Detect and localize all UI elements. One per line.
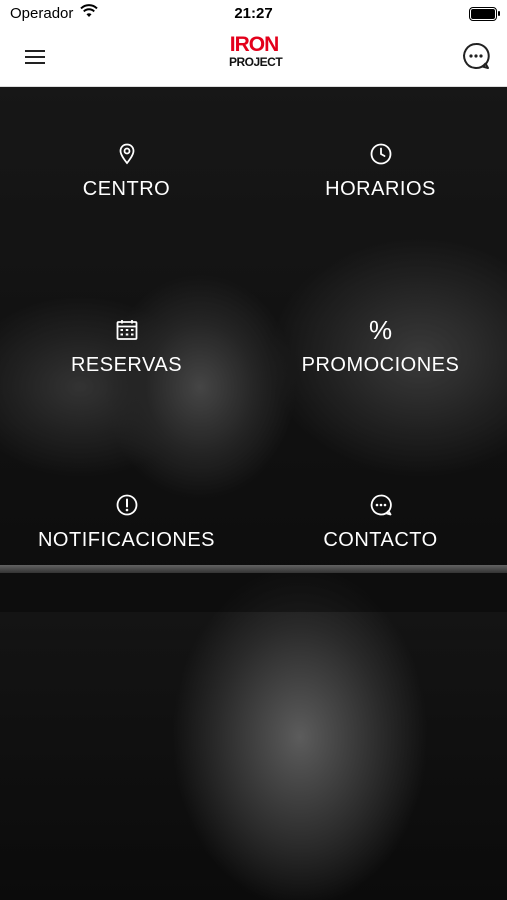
menu-label-promociones: PROMOCIONES bbox=[301, 354, 460, 376]
status-time: 21:27 bbox=[234, 5, 273, 22]
menu-label-centro: CENTRO bbox=[82, 178, 171, 200]
location-pin-icon bbox=[119, 143, 134, 165]
menu-label-reservas: RESERVAS bbox=[70, 354, 183, 376]
menu-label-contacto: CONTACTO bbox=[323, 529, 438, 551]
menu-label-notificaciones: NOTIFICACIONES bbox=[37, 529, 215, 551]
menu-tile-notificaciones[interactable]: NOTIFICACIONES bbox=[0, 493, 253, 613]
battery-icon bbox=[469, 7, 500, 21]
alert-circle-icon bbox=[116, 494, 137, 516]
nav-bar: IRON PROJECT bbox=[0, 28, 507, 87]
menu-label-horarios: HORARIOS bbox=[325, 178, 436, 200]
clock-icon bbox=[370, 143, 391, 165]
menu-tile-contacto[interactable]: CONTACTO bbox=[254, 493, 507, 613]
brand-logo: IRON PROJECT bbox=[229, 33, 283, 78]
logo-text-top: IRON bbox=[229, 33, 280, 56]
menu-tile-centro[interactable]: CENTRO bbox=[0, 142, 253, 262]
chat-icon[interactable] bbox=[461, 41, 491, 71]
status-bar: Operador 21:27 bbox=[0, 0, 507, 28]
calendar-icon bbox=[116, 320, 137, 340]
menu-tile-promociones[interactable]: % PROMOCIONES bbox=[254, 315, 507, 438]
hero-background: CENTRO HORARIOS RESERVAS % PROMOCIONES N… bbox=[0, 87, 507, 900]
percent-icon: % bbox=[368, 315, 393, 345]
menu-tile-horarios[interactable]: HORARIOS bbox=[254, 142, 507, 262]
menu-tile-reservas[interactable]: RESERVAS bbox=[0, 318, 253, 438]
chat-bubble-icon bbox=[370, 494, 392, 516]
logo-text-bottom: PROJECT bbox=[229, 55, 283, 69]
hamburger-menu-icon[interactable] bbox=[22, 45, 48, 69]
